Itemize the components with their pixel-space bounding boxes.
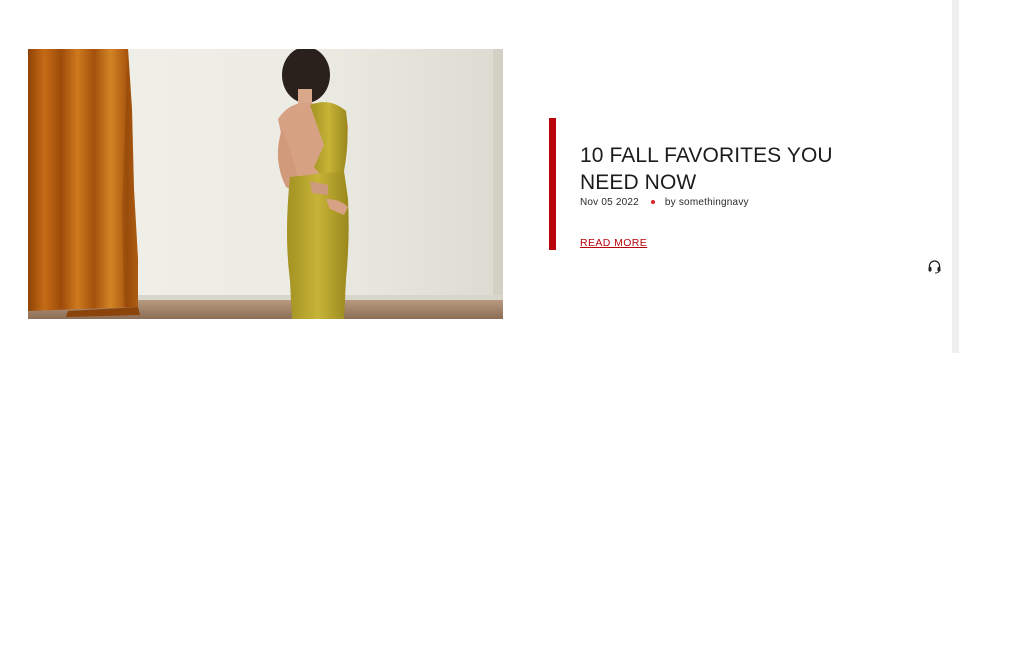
post-date: Nov 05 2022 <box>580 197 639 208</box>
hero-photo <box>28 49 503 319</box>
post-meta: Nov 05 2022 by somethingnavy <box>580 197 749 208</box>
hero-image[interactable] <box>28 49 503 319</box>
accent-bar <box>549 118 556 250</box>
read-more-link[interactable]: READ MORE <box>580 237 647 249</box>
post-author[interactable]: by somethingnavy <box>665 197 749 208</box>
headset-icon[interactable] <box>927 259 942 274</box>
post-teaser: 10 FALL FAVORITES YOU NEED NOW Nov 05 20… <box>549 118 879 250</box>
scrollbar[interactable] <box>952 0 959 353</box>
meta-separator-dot <box>650 199 655 204</box>
post-title[interactable]: 10 FALL FAVORITES YOU NEED NOW <box>580 142 880 196</box>
page: 10 FALL FAVORITES YOU NEED NOW Nov 05 20… <box>0 0 1024 650</box>
